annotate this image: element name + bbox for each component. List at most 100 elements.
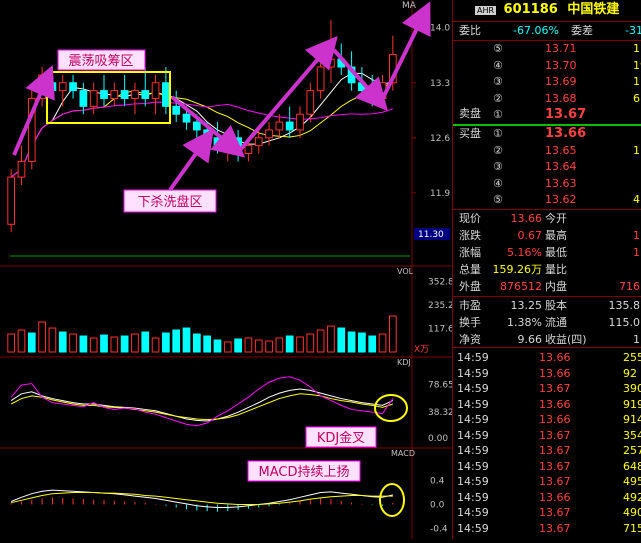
price-tick-label: 13.3 bbox=[430, 79, 450, 89]
order-price: 13.68 bbox=[545, 91, 577, 105]
order-volume: 19 bbox=[633, 58, 641, 72]
stat-row: 总量 159.26万 量比 bbox=[453, 262, 641, 278]
kdj-title: KDJ bbox=[397, 358, 411, 367]
order-price: 13.70 bbox=[545, 58, 577, 72]
volume-bar bbox=[120, 335, 129, 353]
stat-label: 流通 bbox=[545, 316, 567, 329]
price-tick-label: 14.0 bbox=[430, 24, 450, 34]
sell-order-row[interactable]: ⑤ 13.71 1 bbox=[453, 41, 641, 57]
tick-time: 14:59 bbox=[457, 490, 489, 504]
tick-volume: 914 bbox=[623, 413, 641, 426]
sell-order-row[interactable]: ③ 13.69 1 bbox=[453, 74, 641, 90]
buy-order-row[interactable]: ④ 13.63 bbox=[453, 176, 641, 192]
tick-row[interactable]: 14:59 13.66 92 bbox=[453, 366, 641, 382]
tick-volume: 919 bbox=[623, 397, 641, 411]
tick-time: 14:59 bbox=[457, 444, 489, 457]
macd-title: MACD bbox=[391, 449, 415, 458]
chart-area: 14.0 13.3 12.6 11.9 352.8 235.2 117.6 78.65 38.3… bbox=[0, 0, 454, 539]
tick-volume: 648 bbox=[623, 459, 641, 473]
volume-bar bbox=[79, 335, 88, 353]
order-volume: 1 bbox=[633, 75, 640, 88]
stat-value: 0.67 bbox=[517, 229, 543, 242]
order-volume: 6 bbox=[633, 91, 640, 105]
tick-row[interactable]: 14:59 13.67 715 bbox=[453, 521, 641, 537]
chart-canvas[interactable]: 14.0 13.3 12.6 11.9 352.8 235.2 117.6 78.65 38.3… bbox=[0, 0, 454, 539]
tick-row[interactable]: 14:59 13.66 492 bbox=[453, 490, 641, 506]
tick-row[interactable]: 14:59 13.67 648 bbox=[453, 459, 641, 475]
buy-order-row[interactable]: ① 13.66 bbox=[453, 126, 641, 142]
weicha-value: -31 bbox=[625, 24, 641, 37]
order-level: ② bbox=[493, 143, 503, 157]
stat-row: 涨跌 0.67 最高 1 bbox=[453, 228, 641, 244]
stat-label: 外盘 bbox=[459, 280, 481, 293]
tick-row[interactable]: 14:59 13.67 490 bbox=[453, 505, 641, 521]
tick-price: 13.66 bbox=[539, 351, 571, 364]
tick-price: 13.67 bbox=[539, 428, 571, 442]
buy-order-row[interactable]: ⑤ 13.62 4 bbox=[453, 192, 641, 208]
stat-label: 总量 bbox=[459, 263, 481, 276]
buy-order-row[interactable]: ③ 13.64 bbox=[453, 159, 641, 175]
kdj-tick-label: 78.65 bbox=[428, 381, 452, 391]
volume-bar bbox=[223, 341, 232, 353]
order-level: ① bbox=[493, 108, 503, 121]
order-price: 13.62 bbox=[545, 193, 577, 206]
tick-time: 14:59 bbox=[457, 382, 489, 395]
order-level: ⑤ bbox=[493, 193, 503, 206]
macd-tick-label: -0.4 bbox=[430, 525, 448, 535]
volume-bar bbox=[285, 335, 294, 353]
stat-value: 13.25 bbox=[510, 299, 543, 312]
volume-bar bbox=[254, 339, 263, 353]
volume-bar bbox=[275, 337, 284, 353]
macd-tick-label: 0.0 bbox=[430, 501, 445, 511]
washout-label: 下杀洗盘区 bbox=[137, 194, 202, 210]
weibi-label: 委比 bbox=[459, 24, 481, 37]
order-level: ③ bbox=[493, 160, 503, 173]
tick-row[interactable]: 14:59 13.67 390 bbox=[453, 381, 641, 397]
stat-value: 115.0 bbox=[608, 316, 641, 329]
tick-time: 14:59 bbox=[457, 413, 489, 426]
stat-value: 5.16% bbox=[507, 246, 542, 259]
weibi-value: -67.06% bbox=[513, 24, 559, 37]
tick-volume: 715 bbox=[623, 521, 641, 535]
tick-time: 14:59 bbox=[457, 475, 489, 488]
volume-bar bbox=[388, 315, 397, 353]
stat-row: 现价 13.66 今开 bbox=[453, 211, 641, 227]
tick-volume: 257 bbox=[623, 444, 641, 457]
tick-row[interactable]: 14:59 13.67 257 bbox=[453, 443, 641, 459]
current-marker: 11.30 bbox=[418, 230, 444, 240]
order-price: 13.69 bbox=[545, 75, 577, 88]
tick-row[interactable]: 14:59 13.66 255 bbox=[453, 350, 641, 366]
price-tick-label: 11.9 bbox=[430, 189, 450, 199]
stock-name: 中国铁建 bbox=[567, 2, 620, 17]
kdj-cross-label: KDJ金叉 bbox=[317, 430, 365, 446]
stat-value: 1 bbox=[633, 229, 640, 242]
volume-bar bbox=[347, 331, 356, 353]
sell-order-row[interactable]: ② 13.68 6 bbox=[453, 91, 641, 107]
ma-label: MA bbox=[402, 1, 417, 11]
tick-time: 14:59 bbox=[457, 428, 489, 442]
tick-time: 14:59 bbox=[457, 366, 489, 380]
weicha-label: 委差 bbox=[571, 24, 593, 37]
volume-bar bbox=[368, 335, 377, 353]
stat-label: 量比 bbox=[545, 263, 567, 276]
stat-label: 最高 bbox=[545, 229, 567, 242]
order-price: 13.63 bbox=[545, 176, 577, 190]
tick-time: 14:59 bbox=[457, 351, 489, 364]
sell-order-row[interactable]: ① 13.67 bbox=[453, 107, 641, 123]
stat-value: 1.38% bbox=[507, 316, 542, 329]
tick-row[interactable]: 14:59 13.67 354 bbox=[453, 428, 641, 444]
volume-bar bbox=[58, 331, 67, 353]
sell-order-row[interactable]: ④ 13.70 19 bbox=[453, 58, 641, 74]
tick-row[interactable]: 14:59 13.67 495 bbox=[453, 474, 641, 490]
stat-label: 现价 bbox=[459, 212, 481, 225]
stat-row: 外盘 876512 内盘 716 bbox=[453, 279, 641, 295]
stat-value: 876512 bbox=[500, 280, 542, 293]
tick-row[interactable]: 14:59 13.66 919 bbox=[453, 397, 641, 413]
volume-bar bbox=[244, 337, 253, 353]
macd-tick-label: 0.4 bbox=[430, 477, 445, 487]
volume-bar bbox=[296, 336, 304, 353]
tick-row[interactable]: 14:59 13.66 914 bbox=[453, 412, 641, 428]
tick-price: 13.67 bbox=[539, 382, 571, 395]
buy-order-row[interactable]: ② 13.65 1 bbox=[453, 143, 641, 159]
order-volume: 4 bbox=[633, 193, 640, 206]
